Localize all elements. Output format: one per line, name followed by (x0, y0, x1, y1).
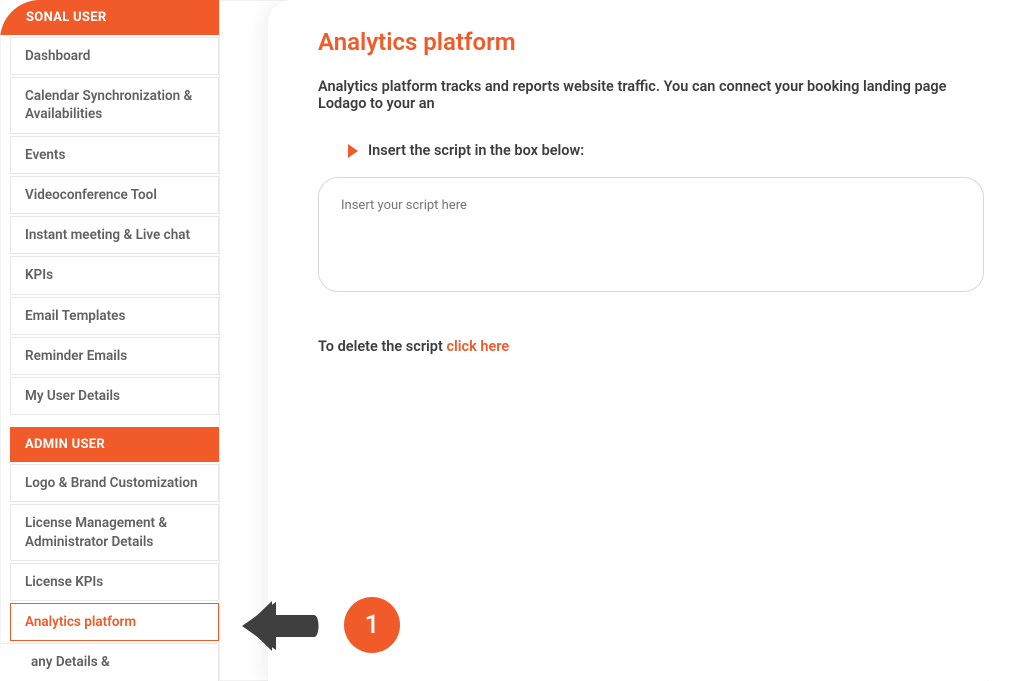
delete-script-row: To delete the script click here (318, 338, 974, 355)
sidebar-item-license-management[interactable]: License Management & Administrator Detai… (10, 504, 219, 560)
sidebar: SONAL USER Dashboard Calendar Synchroniz… (10, 0, 220, 681)
sidebar-item-reminder-emails[interactable]: Reminder Emails (10, 337, 219, 375)
sidebar-item-events[interactable]: Events (10, 136, 219, 174)
page-title: Analytics platform (318, 28, 974, 56)
sidebar-item-logo-brand[interactable]: Logo & Brand Customization (10, 464, 219, 502)
sidebar-section-personal: SONAL USER (0, 0, 219, 35)
sidebar-item-dashboard[interactable]: Dashboard (10, 37, 219, 75)
sidebar-item-instant-meeting[interactable]: Instant meeting & Live chat (10, 216, 219, 254)
script-input[interactable] (318, 177, 984, 292)
sidebar-item-my-user-details[interactable]: My User Details (10, 377, 219, 415)
content-panel: Analytics platform Analytics platform tr… (268, 0, 1024, 681)
app-frame: SONAL USER Dashboard Calendar Synchroniz… (0, 0, 1024, 681)
sidebar-section-admin: ADMIN USER (10, 427, 219, 462)
sidebar-item-company-details[interactable]: any Details & (0, 643, 219, 681)
sidebar-item-analytics-platform[interactable]: Analytics platform (10, 603, 219, 641)
instruction-row: Insert the script in the box below: (348, 142, 974, 159)
delete-prefix: To delete the script (318, 338, 446, 355)
instruction-text: Insert the script in the box below: (368, 142, 584, 159)
triangle-right-icon (348, 144, 358, 158)
page-description: Analytics platform tracks and reports we… (318, 78, 974, 112)
sidebar-item-calendar-sync[interactable]: Calendar Synchronization & Availabilitie… (10, 77, 219, 133)
sidebar-item-license-kpis[interactable]: License KPIs (10, 563, 219, 601)
sidebar-item-email-templates[interactable]: Email Templates (10, 297, 219, 335)
delete-script-link[interactable]: click here (446, 338, 509, 355)
sidebar-item-videoconference[interactable]: Videoconference Tool (10, 176, 219, 214)
sidebar-item-kpis[interactable]: KPIs (10, 256, 219, 294)
